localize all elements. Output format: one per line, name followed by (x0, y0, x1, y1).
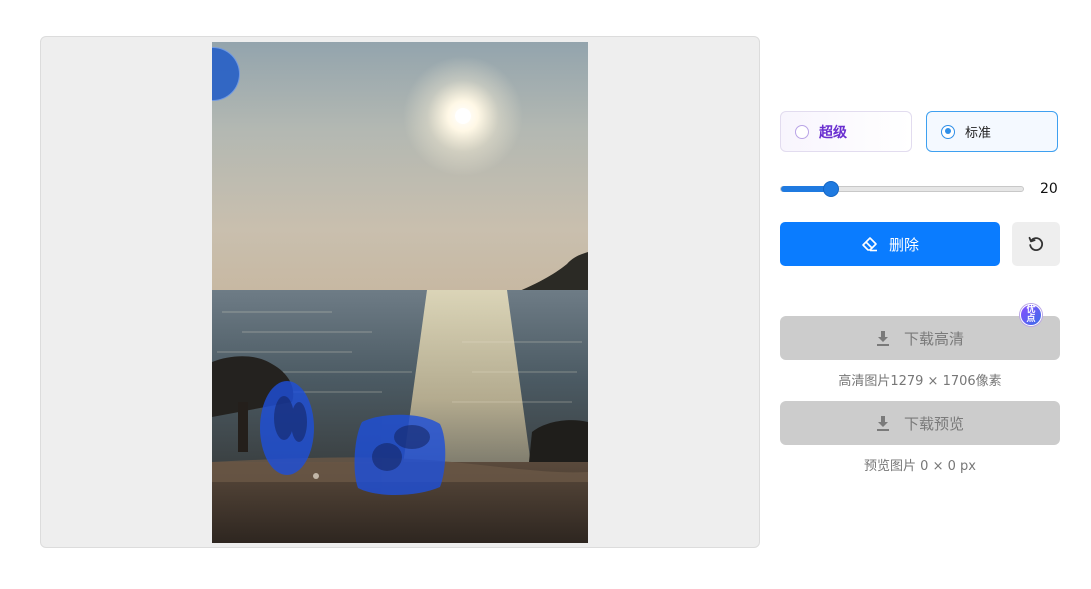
mode-option-super[interactable]: 超级 (780, 111, 912, 152)
image-canvas[interactable] (40, 36, 760, 548)
download-icon (876, 331, 889, 346)
radio-selected-icon[interactable] (941, 124, 955, 139)
download-preview-button[interactable]: 下载预览 (780, 401, 1060, 445)
download-icon (876, 416, 889, 431)
mode-super-label: 超级 (819, 124, 847, 141)
preview-image-size-caption: 预览图片 0 × 0 px (864, 459, 976, 474)
vip-badge: 优 点 (1020, 304, 1042, 326)
delete-button-label: 删除 (888, 235, 919, 254)
brush-size-slider[interactable] (780, 181, 1024, 197)
download-hd-label: 下载高清 (903, 329, 964, 348)
eraser-icon (862, 237, 877, 252)
hd-image-size-caption: 高清图片1279 × 1706像素 (838, 374, 1002, 389)
reset-button[interactable] (1012, 222, 1060, 266)
delete-button[interactable]: 删除 (780, 222, 1000, 266)
rotate-ccw-icon (1028, 236, 1044, 251)
mode-option-standard[interactable]: 标准 (926, 111, 1058, 152)
brush-size-value: 20 (1040, 181, 1058, 197)
mode-standard-label: 标准 (965, 126, 992, 141)
download-hd-button[interactable]: 下载高清 (780, 316, 1060, 360)
beach-sunset-photo[interactable] (212, 42, 588, 543)
radio-unselected-icon[interactable] (795, 124, 809, 139)
slider-thumb[interactable] (823, 181, 839, 197)
download-preview-label: 下载预览 (903, 414, 964, 433)
